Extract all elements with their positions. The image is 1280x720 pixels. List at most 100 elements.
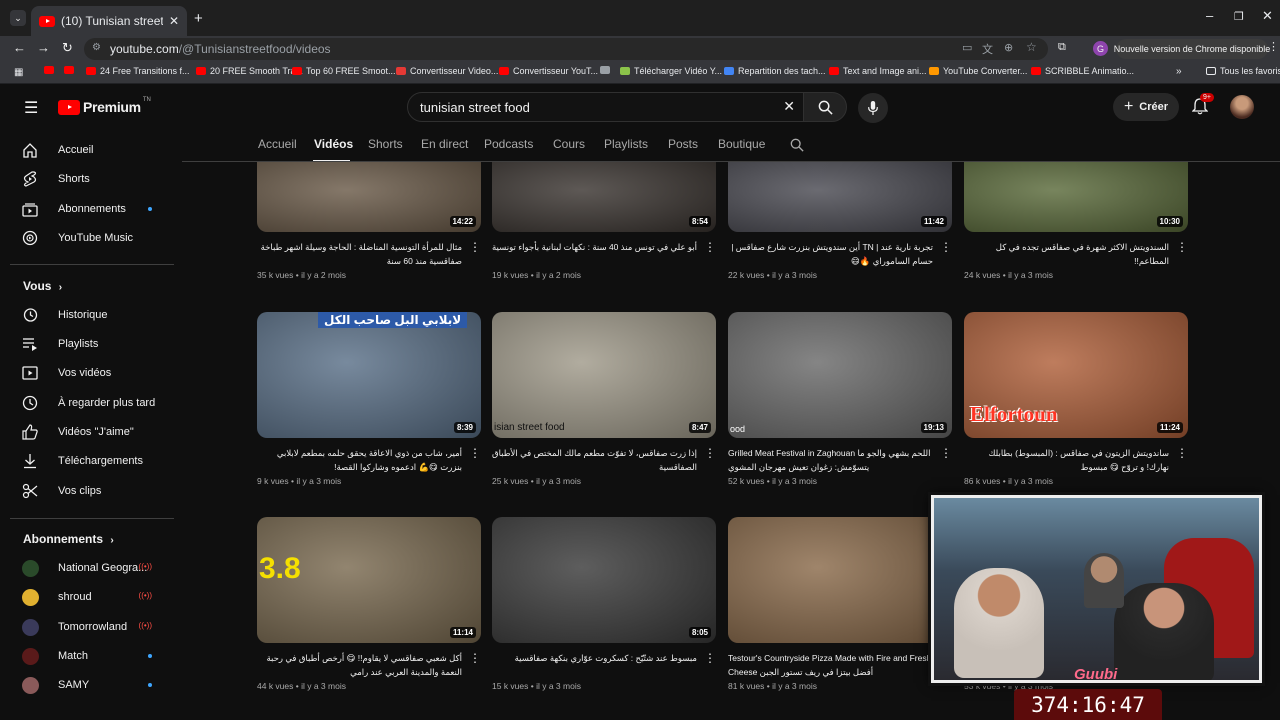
new-tab-button[interactable]: + <box>194 10 203 27</box>
video-title[interactable]: مثال للمرأة التونسية المناضلة : الحاجة و… <box>257 240 462 268</box>
bookmark-item[interactable]: 24 Free Transitions f... <box>86 66 190 76</box>
bookmark-item[interactable] <box>600 66 614 74</box>
subscriptions-section-header[interactable]: Abonnements › <box>23 532 114 546</box>
tab-close-icon[interactable]: ✕ <box>169 14 179 28</box>
video-title[interactable]: تجربة نارية عند | TN أين سندويتش بنزرت ش… <box>728 240 933 268</box>
bookmark-item[interactable]: Text and Image ani... <box>829 66 927 76</box>
video-thumbnail[interactable]: 8:54 <box>492 162 716 232</box>
extensions-icon[interactable]: ⧉ <box>1058 41 1066 54</box>
account-avatar[interactable] <box>1230 95 1254 119</box>
video-title[interactable]: ساندويتش الزيتون في صفاقس : (المبسوط) بط… <box>964 446 1169 474</box>
subscription-item[interactable]: National Geogra... ((•)) <box>22 556 174 580</box>
bookmark-item[interactable] <box>44 66 58 74</box>
video-menu-icon[interactable]: ⋮ <box>469 240 481 254</box>
minimize-icon[interactable]: – <box>1206 8 1213 23</box>
hamburger-menu-icon[interactable]: ☰ <box>24 98 38 118</box>
tab-accueil[interactable]: Accueil <box>258 137 297 151</box>
video-thumbnail[interactable]: 8:05 <box>492 517 716 643</box>
tab-active[interactable]: (10) Tunisian street food - YouTube ✕ <box>31 6 187 36</box>
sidebar-item-historique[interactable]: Historique <box>22 303 174 327</box>
video-thumbnail[interactable]: 8:47 <box>492 312 716 438</box>
sidebar-item-vidéos-j-aime-[interactable]: Vidéos "J'aime" <box>22 420 174 444</box>
forward-icon[interactable]: → <box>37 40 50 55</box>
video-title[interactable]: Grilled Meat Festival in Zaghouan اللحم … <box>728 446 933 474</box>
restore-icon[interactable]: ❐ <box>1234 10 1244 23</box>
site-info-icon[interactable]: ⚙ <box>92 42 101 53</box>
sidebar-item-téléchargements[interactable]: Téléchargements <box>22 449 174 473</box>
subscription-item[interactable]: Match <box>22 644 174 668</box>
clear-search-icon[interactable]: ✕ <box>783 98 795 115</box>
search-button[interactable] <box>803 92 847 122</box>
bookmark-item[interactable]: Convertisseur Video... <box>396 66 498 76</box>
bookmark-item[interactable]: Repartition des tach... <box>724 66 826 76</box>
video-title[interactable]: إذا زرت صفاقس، لا تفوّت مطعم مالك المختص… <box>492 446 697 474</box>
tab-posts[interactable]: Posts <box>668 137 698 151</box>
subscription-item[interactable]: Tomorrowland ((•)) <box>22 615 174 639</box>
video-title[interactable]: السندويتش الاكثر شهرة في صفاقس تجده في ك… <box>964 240 1169 268</box>
chrome-update-button[interactable]: Nouvelle version de Chrome disponible <box>1114 39 1270 59</box>
video-thumbnail[interactable]: 8:39 <box>257 312 481 438</box>
video-menu-icon[interactable]: ⋮ <box>940 240 952 254</box>
bookmark-item[interactable]: YouTube Converter... <box>929 66 1027 76</box>
video-thumbnail[interactable]: 10:30 <box>964 162 1188 232</box>
sidebar-item-abonnements[interactable]: Abonnements <box>22 197 174 221</box>
bookmark-star-icon[interactable]: ☆ <box>1026 40 1037 54</box>
video-menu-icon[interactable]: ⋮ <box>1176 446 1188 460</box>
sidebar-item-à-regarder-plus-tard[interactable]: À regarder plus tard <box>22 391 174 415</box>
voice-search-button[interactable] <box>858 93 888 123</box>
video-thumbnail[interactable]: 19:13 <box>728 312 952 438</box>
tab-boutique[interactable]: Boutique <box>718 137 765 151</box>
profile-avatar[interactable]: G <box>1093 41 1108 56</box>
video-menu-icon[interactable]: ⋮ <box>940 446 952 460</box>
sidebar-item-accueil[interactable]: Accueil <box>22 138 174 162</box>
sidebar-item-shorts[interactable]: Shorts <box>22 167 174 191</box>
notifications-button[interactable]: 9+ <box>1191 93 1214 120</box>
sidebar-item-vos-vidéos[interactable]: Vos vidéos <box>22 361 174 385</box>
apps-grid-icon[interactable]: ▦ <box>14 67 23 78</box>
video-title[interactable]: أبو علي في تونس منذ 40 سنة : نكهات لبنان… <box>492 240 697 268</box>
reload-icon[interactable]: ↻ <box>62 40 73 56</box>
tab-playlists[interactable]: Playlists <box>604 137 648 151</box>
subscription-item[interactable]: shroud ((•)) <box>22 585 174 609</box>
create-button[interactable]: + Créer <box>1113 93 1179 121</box>
tab-cours[interactable]: Cours <box>553 137 585 151</box>
bookmark-item[interactable]: Top 60 FREE Smoot... <box>292 66 396 76</box>
video-title[interactable]: مبسوط عند شتّيّح : كسكروت عوّاري بنكهة ص… <box>492 651 697 679</box>
subscription-item[interactable]: SAMY <box>22 673 174 697</box>
back-icon[interactable]: ← <box>13 40 26 55</box>
tab-shorts[interactable]: Shorts <box>368 137 403 151</box>
bookmark-item[interactable]: 20 FREE Smooth Tra... <box>196 66 303 76</box>
video-thumbnail[interactable]: 14:22 <box>257 162 481 232</box>
channel-search-button[interactable] <box>790 138 804 157</box>
sidebar-item-youtube-music[interactable]: YouTube Music <box>22 226 174 250</box>
sidebar-item-playlists[interactable]: Playlists <box>22 332 174 356</box>
video-menu-icon[interactable]: ⋮ <box>469 446 481 460</box>
tab-search-button[interactable]: ⌄ <box>10 10 26 26</box>
video-title[interactable]: أمير، شاب من ذوي الاعاقة يحقق حلمه بمطعم… <box>257 446 462 474</box>
address-bar[interactable]: ⚙ youtube.com/@Tunisianstreetfood/videos… <box>84 38 1048 60</box>
youtube-logo[interactable]: Premium TN <box>58 97 151 115</box>
bookmark-item[interactable]: Convertisseur YouT... <box>499 66 598 76</box>
video-title[interactable]: أكل شعبي صفاقسي لا يقاوم!! 😋 أرخص أطباق … <box>257 651 462 679</box>
tab-en-direct[interactable]: En direct <box>421 137 468 151</box>
bookmark-item[interactable]: Télécharger Vidéo Y... <box>620 66 722 76</box>
video-menu-icon[interactable]: ⋮ <box>1176 240 1188 254</box>
video-menu-icon[interactable]: ⋮ <box>704 446 716 460</box>
bookmark-item[interactable] <box>64 66 78 74</box>
sidebar-item-vos-clips[interactable]: Vos clips <box>22 479 174 503</box>
video-menu-icon[interactable]: ⋮ <box>704 240 716 254</box>
video-menu-icon[interactable]: ⋮ <box>704 651 716 665</box>
zoom-icon[interactable]: ⊕ <box>1004 41 1013 54</box>
you-section-header[interactable]: Vous › <box>23 279 62 293</box>
video-thumbnail[interactable]: 11:42 <box>728 162 952 232</box>
chrome-menu-icon[interactable]: ⋮ <box>1268 40 1279 53</box>
bookmark-item[interactable]: SCRIBBLE Animatio... <box>1031 66 1134 76</box>
video-title[interactable]: Testour's Countryside Pizza Made with Fi… <box>728 651 933 679</box>
all-bookmarks[interactable]: Tous les favoris <box>1206 66 1280 76</box>
tab-podcasts[interactable]: Podcasts <box>484 137 533 151</box>
video-thumbnail[interactable] <box>728 517 952 643</box>
tab-vidéos[interactable]: Vidéos <box>314 137 353 151</box>
translate-icon[interactable]: 文 <box>982 41 993 57</box>
cast-icon[interactable]: ▭ <box>962 41 972 54</box>
close-window-icon[interactable]: ✕ <box>1262 8 1273 24</box>
